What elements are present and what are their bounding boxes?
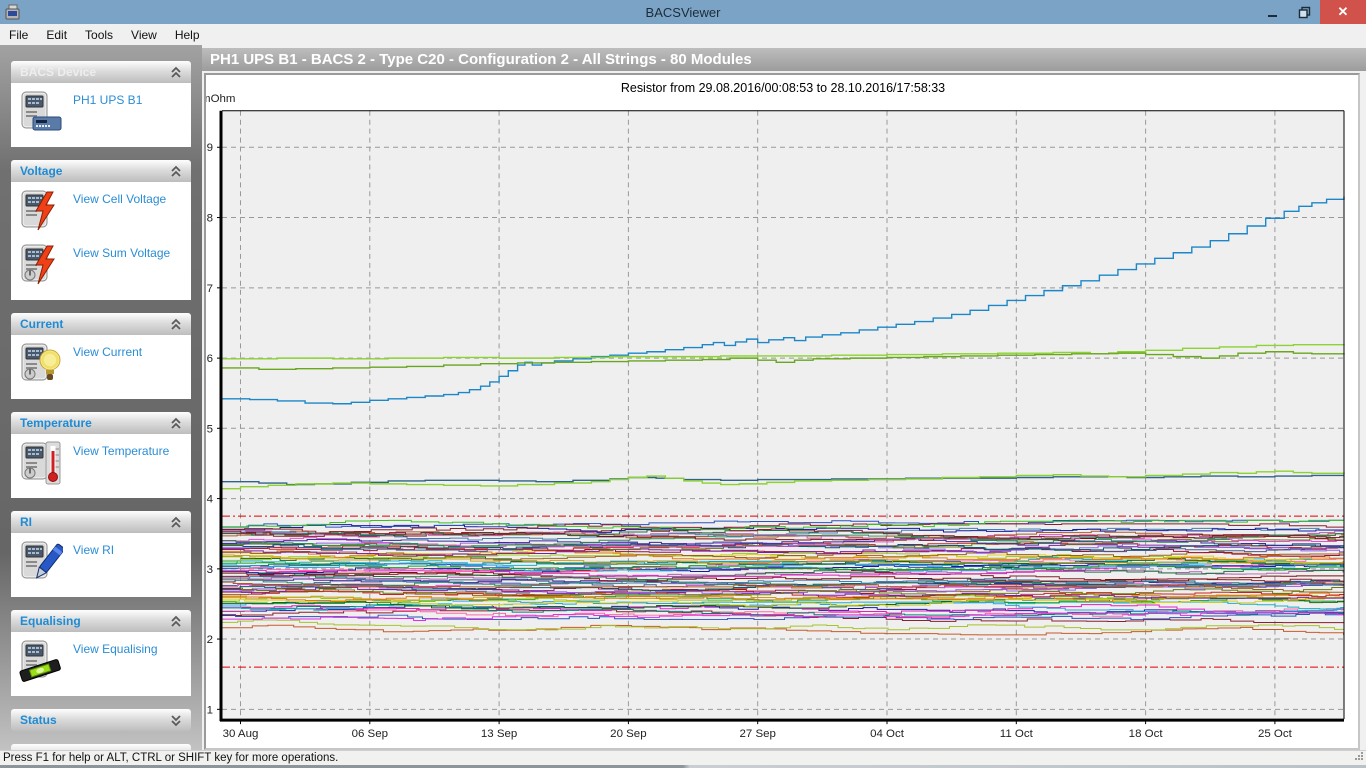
sidebar-item-view-current[interactable]: View Current <box>15 340 187 394</box>
svg-text:mOhm: mOhm <box>206 93 235 105</box>
cell-voltage-icon <box>17 189 63 233</box>
menu-edit[interactable]: Edit <box>37 26 76 44</box>
section-header-current[interactable]: Current <box>11 313 191 335</box>
bacsviewer-window: BACSViewer ✕ FileEditToolsViewHelp BACS … <box>0 0 1366 768</box>
sum-voltage-icon <box>17 243 63 287</box>
svg-text:5: 5 <box>207 423 213 435</box>
svg-text:9: 9 <box>207 142 213 154</box>
section-title-temperature: Temperature <box>20 416 169 430</box>
status-bar: Press F1 for help or ALT, CTRL or SHIFT … <box>0 750 1366 765</box>
section-title-current: Current <box>20 317 169 331</box>
svg-text:3: 3 <box>207 564 213 576</box>
restore-button[interactable] <box>1288 0 1320 24</box>
close-icon: ✕ <box>1338 4 1349 20</box>
minimize-button[interactable] <box>1256 0 1288 24</box>
close-button[interactable]: ✕ <box>1320 0 1366 24</box>
svg-text:7: 7 <box>207 283 213 295</box>
svg-text:4: 4 <box>207 494 214 506</box>
sidebar-link-view-temperature[interactable]: View Temperature <box>73 441 169 458</box>
section-title-ri: RI <box>20 515 169 529</box>
expand-chevron-icon[interactable] <box>169 712 185 728</box>
section-body-ri: View RI <box>11 533 191 597</box>
svg-text:8: 8 <box>207 213 213 225</box>
section-header-temperature[interactable]: Temperature <box>11 412 191 434</box>
ri-icon <box>17 540 63 584</box>
svg-text:04 Oct: 04 Oct <box>870 728 905 740</box>
sidebar-link-view-ri[interactable]: View RI <box>73 540 114 557</box>
sidebar-item-view-cell-voltage[interactable]: View Cell Voltage <box>15 187 187 241</box>
section-header-voltage[interactable]: Voltage <box>11 160 191 182</box>
main-area: PH1 UPS B1 - BACS 2 - Type C20 - Configu… <box>202 45 1366 750</box>
section-body-voltage: View Cell Voltage View Sum Voltage <box>11 182 191 300</box>
resistance-chart: 1 2 3 4 5 6 7 8 9 30 Aug 06 Sep 13 Sep 20 Sep 27 Sep 0… <box>206 75 1358 748</box>
sidebar-item-view-equalising[interactable]: View Equalising <box>15 637 187 691</box>
sidebar-item-ph1-ups-b1[interactable]: PH1 UPS B1 <box>15 88 187 142</box>
page-title: PH1 UPS B1 - BACS 2 - Type C20 - Configu… <box>202 48 1366 71</box>
collapse-chevron-icon[interactable] <box>169 316 185 332</box>
svg-text:6: 6 <box>207 353 213 365</box>
sidebar-section-equalising: Equalising View Equalising <box>11 610 191 696</box>
temperature-icon <box>17 441 63 485</box>
sidebar-link-view-equalising[interactable]: View Equalising <box>73 639 158 656</box>
menu-view[interactable]: View <box>122 26 166 44</box>
equalising-icon <box>17 639 63 683</box>
section-body-temperature: View Temperature <box>11 434 191 498</box>
section-title-equalising: Equalising <box>20 614 169 628</box>
collapse-chevron-icon[interactable] <box>169 64 185 80</box>
title-bar[interactable]: BACSViewer ✕ <box>0 0 1366 24</box>
svg-text:2: 2 <box>207 634 213 646</box>
sidebar-link-view-sum-voltage[interactable]: View Sum Voltage <box>73 243 170 260</box>
section-header-ri[interactable]: RI <box>11 511 191 533</box>
svg-text:27 Sep: 27 Sep <box>739 728 775 740</box>
collapse-chevron-icon[interactable] <box>169 415 185 431</box>
sidebar: BACS Device PH1 UPS B1 Voltage View Cell Vo… <box>0 45 202 750</box>
menu-file[interactable]: File <box>0 26 37 44</box>
svg-text:25 Oct: 25 Oct <box>1258 728 1293 740</box>
app-icon <box>4 3 22 21</box>
svg-text:13 Sep: 13 Sep <box>481 728 517 740</box>
svg-text:11 Oct: 11 Oct <box>1000 728 1034 740</box>
section-body-current: View Current <box>11 335 191 399</box>
svg-text:06 Sep: 06 Sep <box>352 728 388 740</box>
bacs-device-icon <box>17 90 63 134</box>
sidebar-link-ph1-ups-b1[interactable]: PH1 UPS B1 <box>73 90 142 107</box>
menu-tools[interactable]: Tools <box>76 26 122 44</box>
sidebar-section-voltage: Voltage View Cell Voltage View Sum Voltage <box>11 160 191 300</box>
menu-bar: FileEditToolsViewHelp <box>0 24 1366 45</box>
sidebar-section-bacs-device: BACS Device PH1 UPS B1 <box>11 61 191 147</box>
svg-text:20 Sep: 20 Sep <box>610 728 646 740</box>
svg-text:18 Oct: 18 Oct <box>1129 728 1164 740</box>
section-body-equalising: View Equalising <box>11 632 191 696</box>
resize-grip-icon[interactable] <box>1354 751 1364 764</box>
menu-help[interactable]: Help <box>166 26 209 44</box>
restore-icon <box>1298 6 1311 19</box>
collapse-chevron-icon[interactable] <box>169 613 185 629</box>
sidebar-section-ri: RI View RI <box>11 511 191 597</box>
sidebar-item-view-sum-voltage[interactable]: View Sum Voltage <box>15 241 187 295</box>
svg-text:1: 1 <box>207 704 213 716</box>
section-header-equalising[interactable]: Equalising <box>11 610 191 632</box>
section-title-status: Status <box>20 713 169 727</box>
window-title: BACSViewer <box>0 5 1366 20</box>
section-header-bacs-device[interactable]: BACS Device <box>11 61 191 83</box>
sidebar-link-view-cell-voltage[interactable]: View Cell Voltage <box>73 189 166 206</box>
collapse-chevron-icon[interactable] <box>169 163 185 179</box>
section-header-status[interactable]: Status <box>11 709 191 731</box>
sidebar-item-view-temperature[interactable]: View Temperature <box>15 439 187 493</box>
section-title-bacs-device: BACS Device <box>20 65 169 79</box>
sidebar-section-status: Status <box>11 709 191 731</box>
svg-text:Resistor from 29.08.2016/00:08: Resistor from 29.08.2016/00:08:53 to 28.… <box>621 81 945 95</box>
chart-panel: 1 2 3 4 5 6 7 8 9 30 Aug 06 Sep 13 Sep 20 Sep 27 Sep 0… <box>204 73 1360 750</box>
sidebar-link-view-current[interactable]: View Current <box>73 342 142 359</box>
section-title-voltage: Voltage <box>20 164 169 178</box>
svg-text:30 Aug: 30 Aug <box>223 728 259 740</box>
minimize-icon <box>1266 6 1279 19</box>
current-icon <box>17 342 63 386</box>
sidebar-item-view-ri[interactable]: View RI <box>15 538 187 592</box>
section-body-bacs-device: PH1 UPS B1 <box>11 83 191 147</box>
sidebar-section-current: Current View Current <box>11 313 191 399</box>
collapse-chevron-icon[interactable] <box>169 514 185 530</box>
status-text: Press F1 for help or ALT, CTRL or SHIFT … <box>3 752 338 764</box>
sidebar-section-temperature: Temperature View Temperature <box>11 412 191 498</box>
